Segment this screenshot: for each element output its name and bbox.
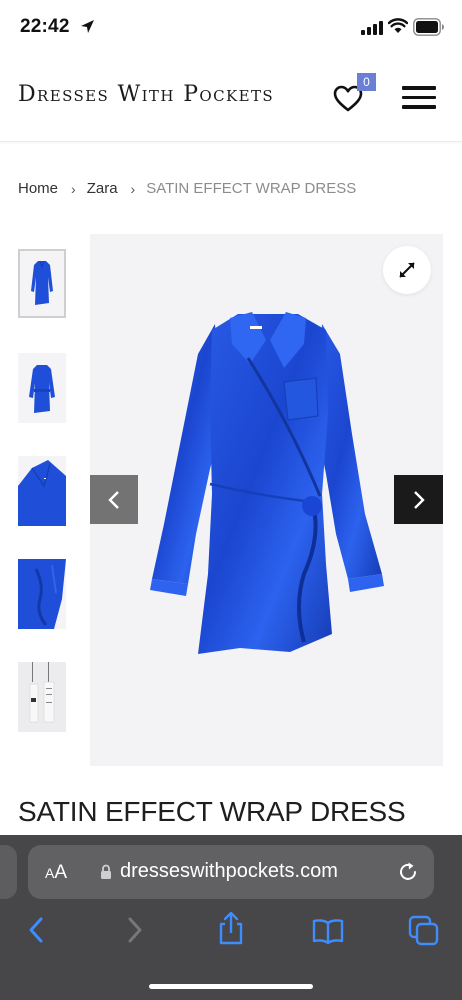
url-text[interactable]: dresseswithpockets.com [120,860,338,883]
chevron-right-icon [413,490,425,509]
expand-image-button[interactable] [383,246,431,294]
thumbnail-2[interactable] [18,353,66,423]
reload-icon[interactable] [397,861,419,883]
text-size-small-glyph: A [45,865,55,881]
thumbnail-1[interactable] [18,249,66,318]
chevron-left-icon [108,490,119,509]
thumbnail-4[interactable] [18,559,66,629]
site-logo[interactable]: Dresses With Pockets [18,82,274,107]
signal-icon [361,21,383,35]
expand-icon [399,262,415,278]
product-main-image[interactable] [90,234,443,766]
status-time: 22:42 [20,16,70,37]
wishlist-count-badge: 0 [357,73,376,91]
thumbnail-5[interactable] [18,662,66,732]
forward-icon[interactable] [125,915,145,945]
text-size-large-glyph: A [54,862,68,883]
dress-front-image [20,251,64,316]
breadcrumb: Home › Zara › SATIN EFFECT WRAP DRESS [18,180,356,197]
text-size-button[interactable]: AA [45,862,67,884]
share-icon[interactable] [216,911,246,945]
wishlist-button[interactable]: 0 [333,73,377,116]
breadcrumb-zara[interactable]: Zara [87,180,118,197]
site-header: Dresses With Pockets 0 [0,58,462,142]
thumbnail-3[interactable] [18,456,66,526]
dress-knot-image [18,559,66,629]
lock-icon [101,864,111,879]
dress-back-image [18,353,66,423]
breadcrumb-separator-icon: › [130,180,136,197]
product-label-image [18,662,66,732]
wifi-icon [388,18,408,33]
dress-detail-image [18,456,66,526]
bookmarks-icon[interactable] [312,917,344,945]
tabs-icon[interactable] [408,915,440,947]
breadcrumb-home[interactable]: Home [18,180,58,197]
gallery-next-button[interactable] [394,475,443,524]
home-indicator[interactable] [149,984,313,989]
product-title: SATIN EFFECT WRAP DRESS [18,796,406,827]
breadcrumb-current: SATIN EFFECT WRAP DRESS [146,180,357,197]
location-arrow-icon [81,20,94,33]
breadcrumb-separator-icon: › [71,180,76,197]
battery-icon [413,18,444,36]
previous-tab-edge[interactable] [0,845,17,899]
hamburger-menu-icon[interactable] [402,86,436,110]
status-bar: 22:42 [0,0,462,58]
dress-illustration [150,312,384,654]
back-icon[interactable] [26,915,46,945]
gallery-prev-button[interactable] [90,475,138,524]
